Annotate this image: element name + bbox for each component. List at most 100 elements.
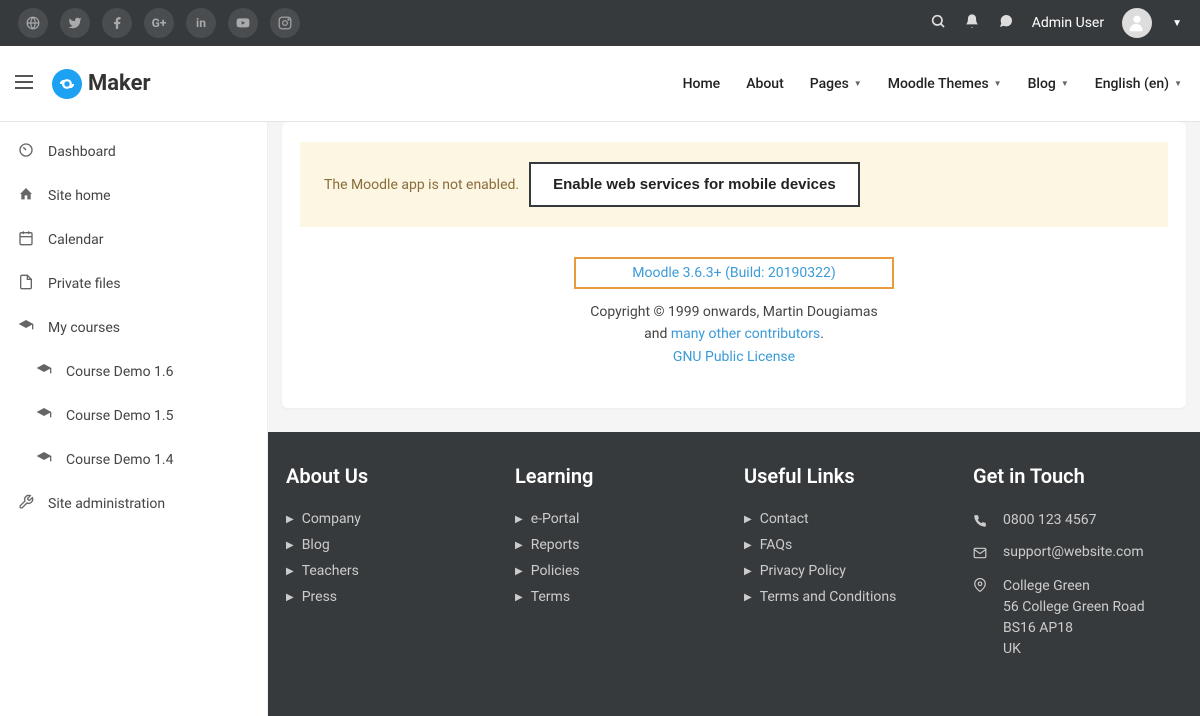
nav-language-label: English (en) [1095, 76, 1169, 92]
caret-right-icon: ▶ [515, 540, 523, 551]
nav-themes[interactable]: Moodle Themes▼ [888, 76, 1002, 92]
sidebar-privatefiles[interactable]: Private files [0, 262, 267, 306]
topbar-right: Admin User ▼ [930, 8, 1182, 38]
main-nav: Home About Pages▼ Moodle Themes▼ Blog▼ E… [683, 76, 1182, 92]
layout: Dashboard Site home Calendar Private fil… [0, 122, 1200, 716]
caret-right-icon: ▶ [286, 514, 294, 525]
nav-home[interactable]: Home [683, 76, 721, 92]
nav-language[interactable]: English (en) ▼ [1095, 76, 1182, 92]
contact-phone: 0800 123 4567 [973, 506, 1182, 538]
license-link[interactable]: GNU Public License [673, 349, 795, 365]
nav-blog[interactable]: Blog ▼ [1028, 76, 1069, 92]
hamburger-icon[interactable] [12, 70, 42, 98]
logo-icon [52, 69, 82, 99]
chevron-down-icon: ▼ [1061, 79, 1069, 88]
contact-address: College Green 56 College Green Road BS16… [973, 570, 1182, 666]
twitter-icon[interactable] [60, 8, 90, 38]
footer-link-press[interactable]: ▶Press [286, 584, 495, 610]
version-link[interactable]: Moodle 3.6.3+ (Build: 20190322) [632, 265, 835, 281]
wrench-icon [18, 494, 36, 514]
footer-link-terms[interactable]: ▶Terms [515, 584, 724, 610]
contact-address-lines: College Green 56 College Green Road BS16… [1003, 576, 1145, 660]
footer-learning: Learning ▶e-Portal ▶Reports ▶Policies ▶T… [515, 464, 724, 666]
brand-name: Maker [88, 71, 151, 96]
notice-banner: The Moodle app is not enabled. Enable we… [300, 142, 1168, 227]
instagram-icon[interactable] [270, 8, 300, 38]
nav-pages[interactable]: Pages ▼ [810, 76, 862, 92]
avatar[interactable] [1122, 8, 1152, 38]
facebook-icon[interactable] [102, 8, 132, 38]
footer-link-privacy[interactable]: ▶Privacy Policy [744, 558, 953, 584]
footer-link-reports[interactable]: ▶Reports [515, 532, 724, 558]
graduation-cap-icon [18, 318, 36, 338]
footer-link-policies[interactable]: ▶Policies [515, 558, 724, 584]
caret-right-icon: ▶ [286, 566, 294, 577]
caret-right-icon: ▶ [744, 540, 752, 551]
user-name[interactable]: Admin User [1032, 15, 1104, 31]
copyright-text: Copyright © 1999 onwards, Martin Dougiam… [300, 301, 1168, 368]
bell-icon[interactable] [964, 13, 980, 33]
contact-email: support@website.com [973, 538, 1182, 570]
footer-learning-title: Learning [515, 464, 724, 488]
nav-themes-label: Moodle Themes [888, 76, 989, 92]
sidebar-mycourses[interactable]: My courses [0, 306, 267, 350]
nav-pages-label: Pages [810, 76, 849, 92]
footer-link-tandc[interactable]: ▶Terms and Conditions [744, 584, 953, 610]
sidebar-privatefiles-label: Private files [48, 276, 121, 292]
chevron-down-icon: ▼ [854, 79, 862, 88]
footer-link-blog[interactable]: ▶Blog [286, 532, 495, 558]
contributors-link[interactable]: many other contributors [671, 326, 820, 342]
footer-link-faqs[interactable]: ▶FAQs [744, 532, 953, 558]
sidebar-course-3[interactable]: Course Demo 1.4 [0, 438, 267, 482]
enable-webservices-button[interactable]: Enable web services for mobile devices [529, 162, 860, 207]
youtube-icon[interactable] [228, 8, 258, 38]
sidebar-siteadmin-label: Site administration [48, 496, 165, 512]
sidebar-dashboard-label: Dashboard [48, 144, 116, 160]
calendar-icon [18, 230, 36, 250]
sidebar-course-2[interactable]: Course Demo 1.5 [0, 394, 267, 438]
sidebar-sitehome-label: Site home [48, 188, 111, 204]
sidebar-course-1[interactable]: Course Demo 1.6 [0, 350, 267, 394]
search-icon[interactable] [930, 13, 946, 33]
sidebar-course-3-label: Course Demo 1.4 [66, 452, 173, 468]
copyright-line1: Copyright © 1999 onwards, Martin Dougiam… [300, 301, 1168, 323]
topbar: G+ in Admin User ▼ [0, 0, 1200, 46]
footer-links: Useful Links ▶Contact ▶FAQs ▶Privacy Pol… [744, 464, 953, 666]
sidebar: Dashboard Site home Calendar Private fil… [0, 122, 268, 716]
nav-blog-label: Blog [1028, 76, 1056, 92]
sidebar-calendar[interactable]: Calendar [0, 218, 267, 262]
caret-right-icon: ▶ [515, 566, 523, 577]
footer-link-eportal[interactable]: ▶e-Portal [515, 506, 724, 532]
map-pin-icon [973, 578, 989, 596]
googleplus-icon[interactable]: G+ [144, 8, 174, 38]
nav-about[interactable]: About [746, 76, 784, 92]
linkedin-icon[interactable]: in [186, 8, 216, 38]
caret-right-icon: ▶ [515, 592, 523, 603]
caret-right-icon: ▶ [744, 514, 752, 525]
footer-about: About Us ▶Company ▶Blog ▶Teachers ▶Press [286, 464, 495, 666]
contact-email-value: support@website.com [1003, 544, 1144, 560]
footer-link-contact[interactable]: ▶Contact [744, 506, 953, 532]
chevron-down-icon[interactable]: ▼ [1172, 18, 1182, 29]
file-icon [18, 274, 36, 294]
globe-icon[interactable] [18, 8, 48, 38]
footer-link-teachers[interactable]: ▶Teachers [286, 558, 495, 584]
footer-about-title: About Us [286, 464, 495, 488]
notice-text: The Moodle app is not enabled. [324, 177, 519, 193]
sidebar-course-1-label: Course Demo 1.6 [66, 364, 173, 380]
social-icons: G+ in [18, 8, 300, 38]
logo[interactable]: Maker [52, 69, 151, 99]
graduation-cap-icon [36, 406, 54, 426]
sidebar-siteadmin[interactable]: Site administration [0, 482, 267, 526]
content: The Moodle app is not enabled. Enable we… [268, 122, 1200, 716]
sidebar-dashboard[interactable]: Dashboard [0, 130, 267, 174]
chat-icon[interactable] [998, 13, 1014, 33]
home-icon [18, 186, 36, 206]
caret-right-icon: ▶ [744, 592, 752, 603]
chevron-down-icon: ▼ [1174, 79, 1182, 88]
mail-icon [973, 546, 989, 564]
contact-phone-value: 0800 123 4567 [1003, 512, 1097, 528]
footer-link-company[interactable]: ▶Company [286, 506, 495, 532]
sidebar-course-2-label: Course Demo 1.5 [66, 408, 173, 424]
sidebar-sitehome[interactable]: Site home [0, 174, 267, 218]
